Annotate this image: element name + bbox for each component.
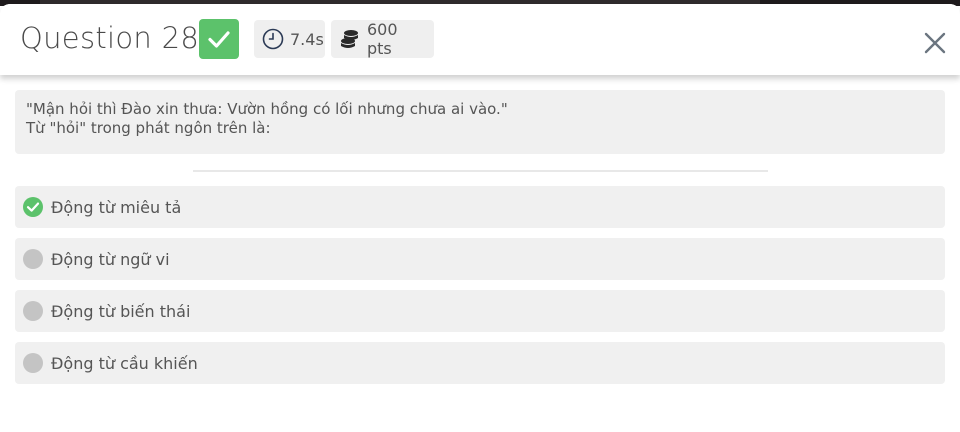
close-icon bbox=[924, 32, 946, 54]
answer-option-4[interactable]: Động từ cầu khiến bbox=[15, 342, 945, 384]
check-icon bbox=[26, 202, 40, 212]
clock-icon bbox=[262, 28, 284, 50]
question-title: Question 28 bbox=[20, 21, 200, 55]
time-chip: 7.4s bbox=[254, 20, 325, 58]
question-text-panel: "Mận hỏi thì Đào xin thưa: Vườn hồng có … bbox=[15, 90, 945, 154]
time-value: 7.4s bbox=[290, 29, 324, 49]
option-label: Động từ ngữ vi bbox=[51, 249, 170, 269]
option-label: Động từ miêu tả bbox=[51, 197, 182, 217]
question-quote: "Mận hỏi thì Đào xin thưa: Vườn hồng có … bbox=[26, 100, 508, 118]
answer-option-1[interactable]: Động từ miêu tả bbox=[15, 186, 945, 228]
points-chip: 600 pts bbox=[331, 20, 434, 58]
correct-indicator bbox=[23, 197, 43, 217]
option-indicator bbox=[23, 301, 43, 321]
answer-option-3[interactable]: Động từ biến thái bbox=[15, 290, 945, 332]
check-icon bbox=[208, 31, 230, 48]
close-button[interactable] bbox=[922, 30, 948, 56]
option-indicator bbox=[23, 353, 43, 373]
question-prompt: Từ "hỏi" trong phát ngôn trên là: bbox=[26, 119, 271, 137]
option-label: Động từ biến thái bbox=[51, 301, 191, 321]
question-modal: Question 28 7.4s 600 pts "Mận hỏi thì Đà… bbox=[0, 4, 960, 432]
divider bbox=[193, 170, 768, 172]
answer-option-2[interactable]: Động từ ngữ vi bbox=[15, 238, 945, 280]
modal-header: Question 28 7.4s 600 pts bbox=[0, 4, 960, 75]
correct-badge bbox=[199, 19, 239, 59]
option-label: Động từ cầu khiến bbox=[51, 353, 198, 373]
points-value: 600 pts bbox=[367, 20, 398, 58]
option-indicator bbox=[23, 249, 43, 269]
coins-icon bbox=[339, 28, 361, 50]
